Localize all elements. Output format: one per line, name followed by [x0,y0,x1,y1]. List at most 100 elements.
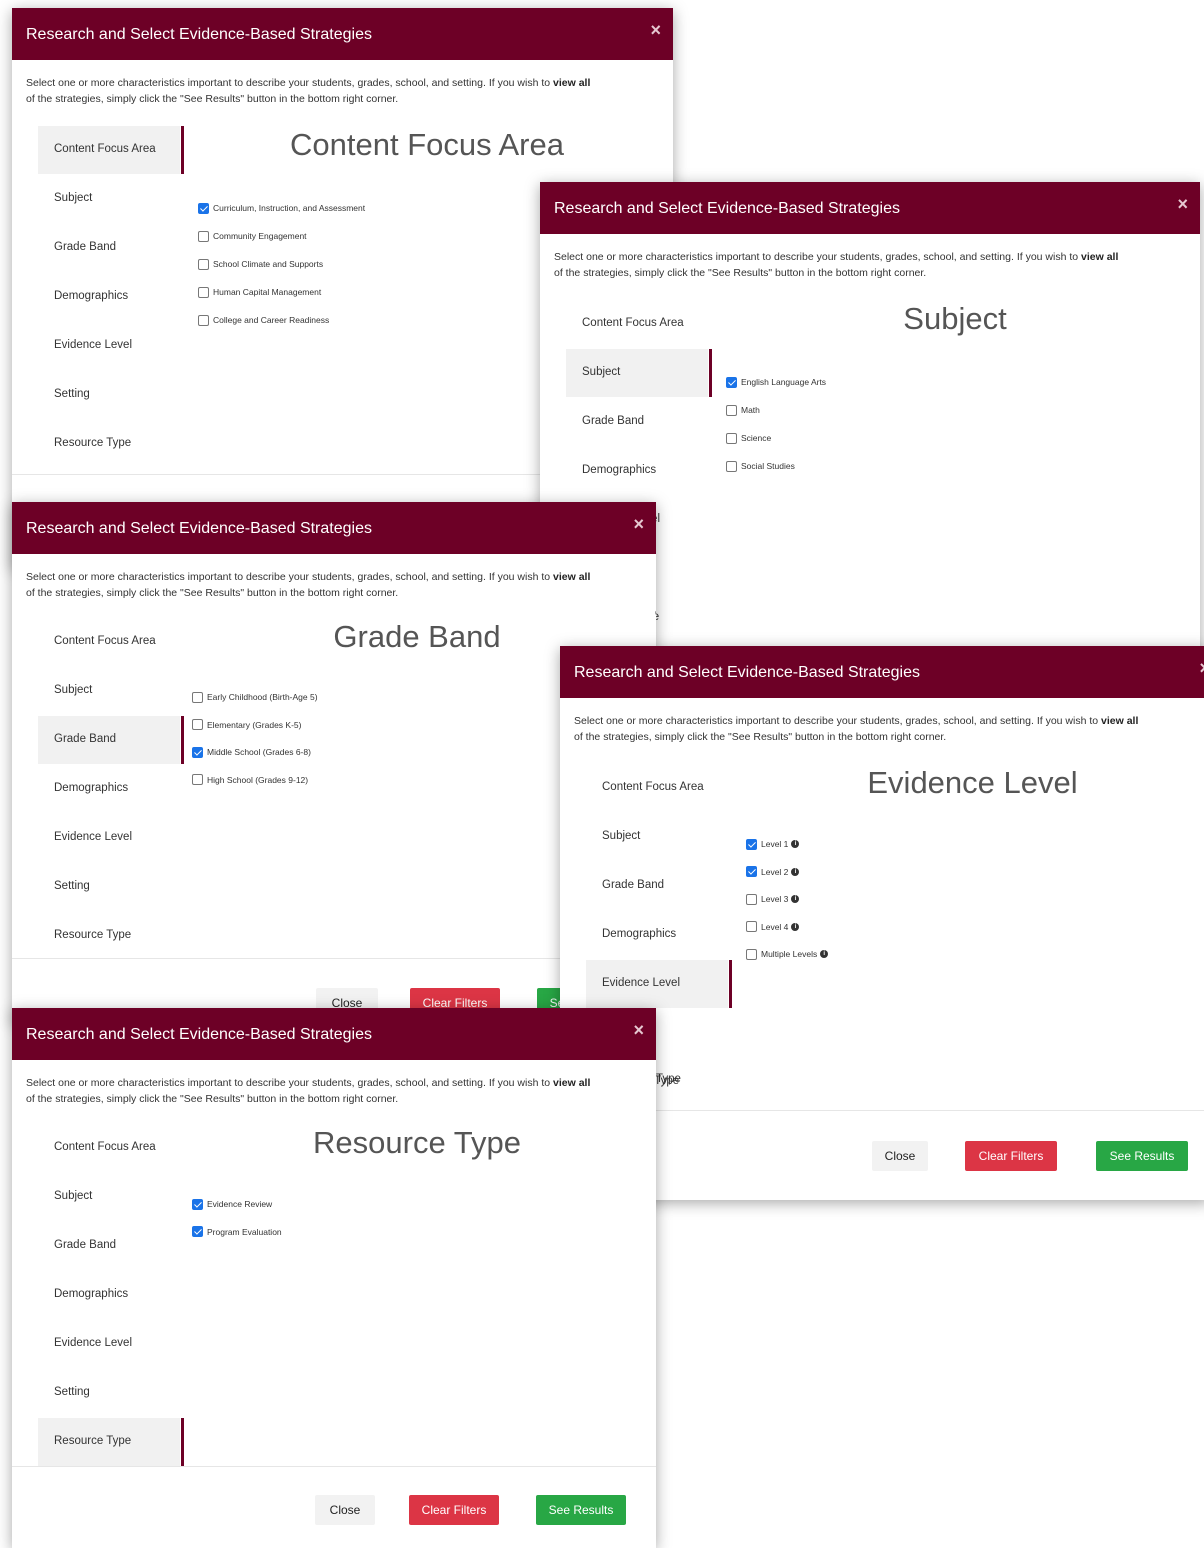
filter-option[interactable]: College and Career Readiness [198,314,329,326]
nav-item-subject[interactable]: Subject [38,1173,180,1221]
footer-divider [12,1466,656,1467]
close-icon[interactable]: × [633,515,644,533]
filter-option[interactable]: Level 4i [746,921,800,933]
nav-item-resource-type[interactable]: Resource Type [38,420,180,468]
checkbox-unchecked[interactable] [726,404,737,416]
checkbox-checked[interactable] [192,1226,203,1237]
checkbox-checked[interactable] [746,866,757,877]
dialog-title: Research and Select Evidence-Based Strat… [26,1026,372,1043]
filter-option[interactable]: Human Capital Management [198,286,321,298]
checkbox-unchecked[interactable] [746,893,757,905]
checkbox-checked[interactable] [192,1198,203,1210]
nav-item-demographics[interactable]: Demographics [38,1271,180,1319]
nav-item-evidence-level[interactable]: Evidence Level [38,814,180,862]
info-icon[interactable]: i [791,922,800,931]
nav-item-label: Demographics [54,290,129,302]
filter-option[interactable]: Early Childhood (Birth-Age 5) [192,691,318,703]
filter-option[interactable]: Level 1i [746,838,800,850]
close-button[interactable]: Close [315,1495,375,1525]
checkbox-unchecked[interactable] [198,230,209,242]
info-icon[interactable]: i [791,895,800,903]
nav-item-demographics[interactable]: Demographics [566,447,708,495]
filter-option[interactable]: Social Studies [726,460,795,472]
nav-item-subject[interactable]: Subject [38,175,180,223]
nav-item-evidence-level[interactable]: Evidence Level [38,322,180,370]
dialog-intro: Select one or more characteristics impor… [26,75,659,107]
nav-item-label: Subject [602,830,641,842]
filter-option[interactable]: Community Engagement [198,230,307,242]
filter-option[interactable]: Science [726,432,771,444]
info-icon[interactable]: i [791,867,800,876]
nav-item-demographics[interactable]: Demographics [586,911,728,959]
dialog-header: Research and Select Evidence-Based Strat… [12,1008,656,1060]
nav-item-subject[interactable]: Subject [586,813,728,861]
close-icon[interactable]: × [633,1021,644,1039]
clear-filters-button[interactable]: Clear Filters [965,1141,1057,1171]
nav-item-evidence-level[interactable]: Evidence Level [586,960,732,1008]
nav-item-evidence-level[interactable]: Evidence Level [38,1320,180,1368]
nav-item-demographics[interactable]: Demographics [38,765,180,813]
checkbox-unchecked[interactable] [726,432,737,444]
nav-item-content-focus-area[interactable]: Content Focus Area [38,1124,180,1172]
filter-option[interactable]: Level 3i [746,893,800,905]
close-icon[interactable]: × [1199,659,1204,677]
nav-item-resource-type[interactable]: Resource Type [38,1418,184,1466]
nav-item-grade-band[interactable]: Grade Band [38,1222,180,1270]
checkbox-checked[interactable] [726,376,737,388]
nav-item-grade-band[interactable]: Grade Band [566,398,708,446]
dialog-resource-type: Research and Select Evidence-Based Strat… [12,1008,656,1548]
dialog-intro: Select one or more characteristics impor… [554,249,1186,281]
nav-item-grade-band[interactable]: Grade Band [586,862,728,910]
filter-option[interactable]: School Climate and Supports [198,258,323,270]
filter-option[interactable]: Multiple Levels i [746,948,829,960]
close-button[interactable]: Close [872,1141,928,1171]
see-results-button[interactable]: See Results [1096,1141,1188,1171]
close-icon[interactable]: × [650,21,661,39]
filter-option[interactable]: High School (Grades 9-12) [192,774,308,786]
filter-option[interactable]: Math [726,404,760,416]
filter-option[interactable]: Program Evaluation [192,1226,282,1238]
dialog-header: Research and Select Evidence-Based Strat… [12,502,656,554]
filter-option[interactable]: Elementary (Grades K-5) [192,719,301,731]
filter-option[interactable]: Curriculum, Instruction, and Assessment [198,202,365,214]
nav-item-content-focus-area[interactable]: Content Focus Area [38,126,184,174]
see-results-button[interactable]: See Results [536,1495,626,1525]
checkbox-checked[interactable] [198,202,209,214]
nav-item-content-focus-area[interactable]: Content Focus Area [566,300,708,348]
info-icon[interactable]: i [820,950,829,958]
nav-item-setting[interactable]: Setting [38,1369,180,1417]
checkbox-unchecked[interactable] [198,258,209,270]
checkbox-unchecked[interactable] [198,314,209,326]
nav-item-grade-band[interactable]: Grade Band [38,716,184,764]
nav-item-demographics[interactable]: Demographics [38,273,180,321]
nav-item-content-focus-area[interactable]: Content Focus Area [38,618,180,666]
nav-item-subject[interactable]: Subject [566,349,712,397]
checkbox-unchecked[interactable] [746,948,757,960]
checkbox-unchecked[interactable] [192,774,203,785]
nav-item-content-focus-area[interactable]: Content Focus Area [586,764,728,812]
checkbox-unchecked[interactable] [746,921,757,932]
nav-item-subject[interactable]: Subject [38,667,180,715]
info-icon[interactable]: i [791,840,800,848]
filter-option[interactable]: English Language Arts [726,376,826,388]
filter-option[interactable]: Level 2i [746,866,800,878]
close-icon[interactable]: × [1177,195,1188,213]
checkbox-checked[interactable] [192,746,203,758]
checkbox-unchecked[interactable] [726,460,737,472]
nav-item-resource-type[interactable]: Resource Type [38,912,180,960]
dialog-title: Research and Select Evidence-Based Strat… [554,200,900,217]
nav-item-setting[interactable]: Setting [38,371,180,419]
nav-item-label: Demographics [54,782,129,794]
checkbox-unchecked[interactable] [192,691,203,703]
nav-item-setting[interactable]: Setting [38,863,180,911]
intro-text: of the strategies, simply click the "See… [26,587,399,599]
nav-item-label: Setting [54,880,90,892]
filter-option[interactable]: Evidence Review [192,1198,272,1210]
filter-option[interactable]: Middle School (Grades 6-8) [192,746,311,758]
checkbox-unchecked[interactable] [198,286,209,298]
option-label: Elementary (Grades K-5) [207,719,302,730]
checkbox-checked[interactable] [746,838,757,850]
checkbox-unchecked[interactable] [192,719,203,730]
clear-filters-button[interactable]: Clear Filters [409,1495,499,1525]
nav-item-grade-band[interactable]: Grade Band [38,224,180,272]
